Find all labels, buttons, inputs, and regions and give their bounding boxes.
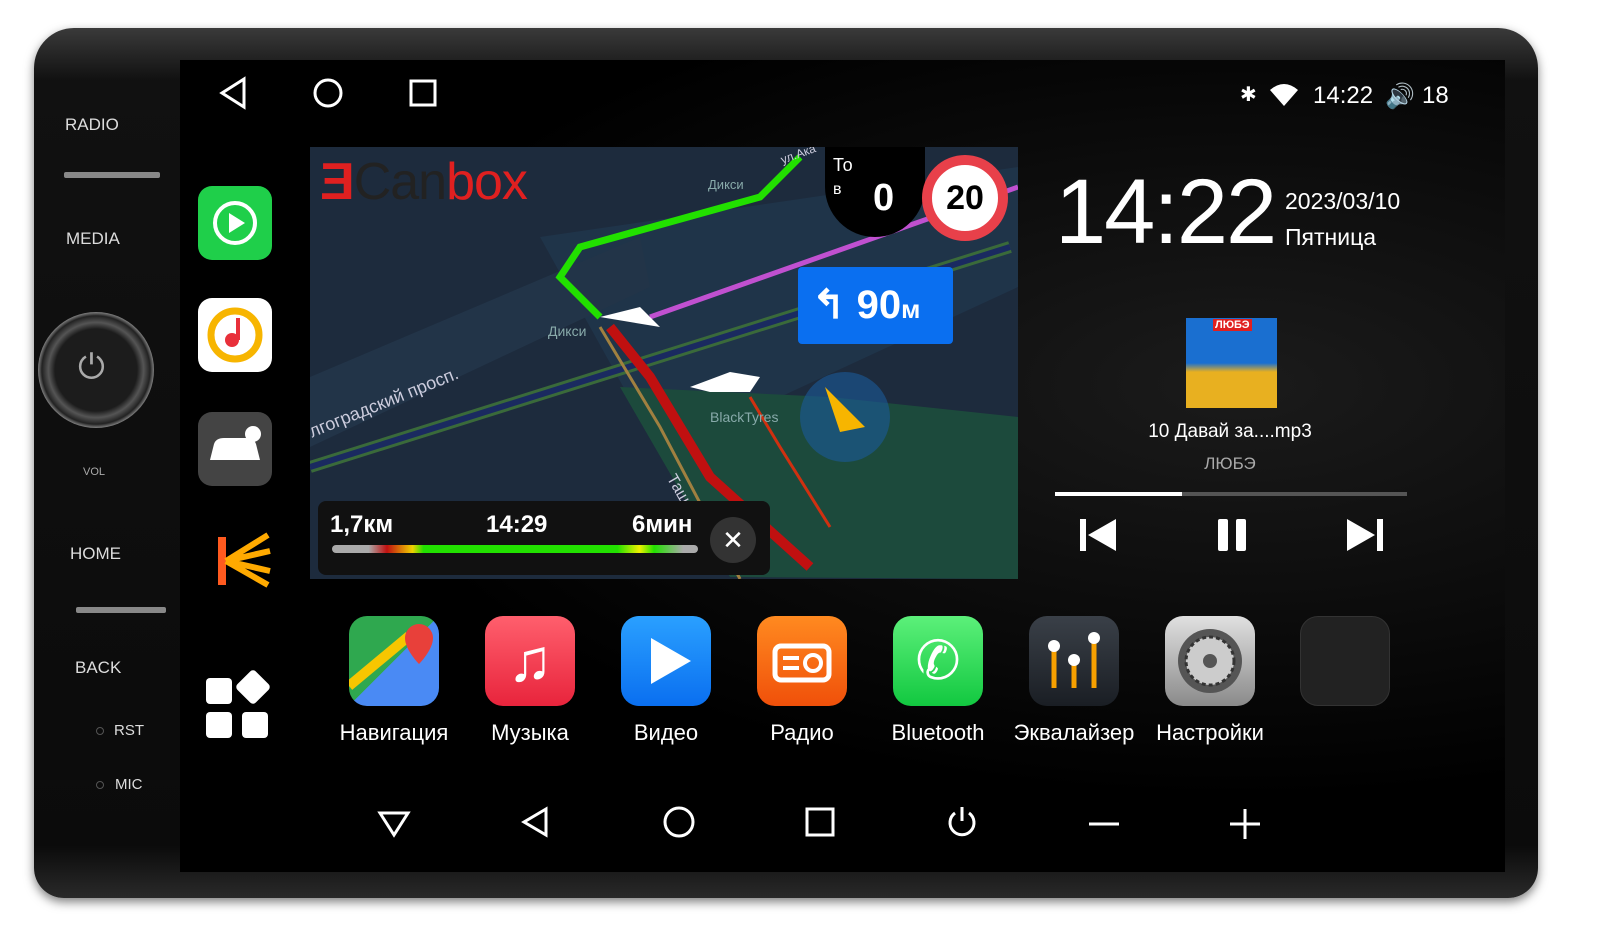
power-button[interactable] (932, 805, 992, 848)
dock-label-music[interactable]: Музыка (455, 720, 605, 746)
rst-hole[interactable] (96, 727, 104, 735)
poi-label[interactable]: BlackTyres (710, 409, 778, 425)
track-progress-fill (1055, 492, 1182, 496)
route-progress-bar (332, 545, 698, 553)
radio-icon[interactable] (757, 616, 847, 706)
speed-label-2: в (833, 181, 842, 198)
mic-label: MIC (115, 776, 143, 793)
previous-track-button[interactable] (1078, 515, 1118, 560)
remaining-time: 6мин (632, 511, 693, 538)
clock-date: 2023/03/10 (1285, 188, 1401, 214)
back-hw-button[interactable]: BACK (75, 658, 121, 678)
car-info-app-icon[interactable] (198, 412, 272, 486)
settings-icon[interactable] (1165, 616, 1255, 706)
track-progress-bar[interactable] (1055, 492, 1407, 496)
speed-label-1: То (833, 155, 853, 175)
radio-hw-button[interactable]: RADIO (65, 115, 119, 135)
maps-icon[interactable] (345, 616, 439, 706)
wifi-icon (1268, 82, 1300, 113)
music-icon[interactable]: ♫ (485, 616, 575, 706)
next-track-button[interactable] (1345, 515, 1385, 560)
back-button[interactable] (505, 805, 565, 848)
album-badge: ЛЮБЭ (1213, 319, 1252, 331)
volume-down-button[interactable] (1074, 805, 1134, 848)
clock-time: 14:22 (1055, 161, 1277, 263)
carplay-app-icon[interactable] (198, 186, 272, 260)
status-time: 14:22 (1313, 82, 1374, 109)
dock-label-radio[interactable]: Радио (727, 720, 877, 746)
power-icon: ⏻ (78, 348, 105, 386)
maneuver-unit: м (901, 294, 921, 324)
route-summary-panel: 1,7км 14:29 6мин ✕ (318, 501, 770, 575)
media-hw-button[interactable]: MEDIA (66, 229, 120, 249)
navigation-map[interactable]: ƎCanbox То в 0 20 ↰ 90м Дикси Дикси Blac… (310, 147, 1018, 579)
rst-label: RST (114, 722, 144, 739)
maneuver-distance: 90 (856, 283, 902, 327)
power-volume-knob[interactable]: ⏻ (38, 312, 154, 428)
radio-divider (64, 172, 160, 178)
bluetooth-icon: ✱ (1240, 84, 1257, 106)
dock-label-settings[interactable]: Настройки (1135, 720, 1285, 746)
turn-left-icon: ↰ (812, 283, 857, 327)
equalizer-icon[interactable] (1029, 616, 1119, 706)
pause-button[interactable] (1213, 515, 1253, 560)
home-button[interactable] (649, 805, 709, 848)
dock-label-video[interactable]: Видео (591, 720, 741, 746)
hide-bar-button[interactable] (364, 805, 424, 847)
home-nav-button[interactable] (303, 76, 353, 119)
poi-label[interactable]: Дикси (708, 177, 744, 192)
all-apps-icon[interactable] (198, 670, 272, 744)
recents-nav-button[interactable] (398, 76, 448, 119)
music-app-icon[interactable] (198, 298, 272, 372)
dock-label-bluetooth[interactable]: Bluetooth (863, 720, 1013, 746)
empty-dock-slot[interactable] (1300, 616, 1390, 706)
track-artist: ЛЮБЭ (1204, 454, 1256, 473)
mic-hole (96, 781, 104, 789)
phone-icon[interactable]: ✆ (893, 616, 983, 706)
recents-button[interactable] (791, 805, 851, 848)
back-nav-button[interactable] (208, 76, 258, 119)
dock-label-equalizer[interactable]: Эквалайзер (999, 720, 1149, 746)
speed-limit-sign: 20 (922, 155, 1008, 241)
kaspersky-app-icon[interactable] (198, 525, 272, 599)
home-hw-button[interactable]: HOME (70, 544, 121, 564)
current-speed: 0 (873, 177, 895, 219)
track-title: 10 Давай за....mp3 (1148, 421, 1312, 442)
album-art[interactable]: ЛЮБЭ (1186, 318, 1277, 408)
close-route-button[interactable]: ✕ (710, 517, 756, 563)
volume-up-button[interactable] (1215, 805, 1275, 848)
poi-label[interactable]: Дикси (548, 323, 586, 339)
maneuver-hint: ↰ 90м (798, 267, 953, 344)
remaining-distance: 1,7км (330, 511, 394, 538)
volume-level: 18 (1422, 82, 1449, 109)
dock-label-navigation[interactable]: Навигация (319, 720, 469, 746)
video-icon[interactable] (621, 616, 711, 706)
arrival-time: 14:29 (486, 511, 548, 538)
volume-icon[interactable]: 🔊 (1385, 82, 1415, 111)
clock-weekday: Пятница (1285, 224, 1377, 250)
home-divider (76, 607, 166, 613)
vol-label: VOL (83, 466, 106, 478)
canbox-logo: ƎCanbox (320, 153, 528, 211)
